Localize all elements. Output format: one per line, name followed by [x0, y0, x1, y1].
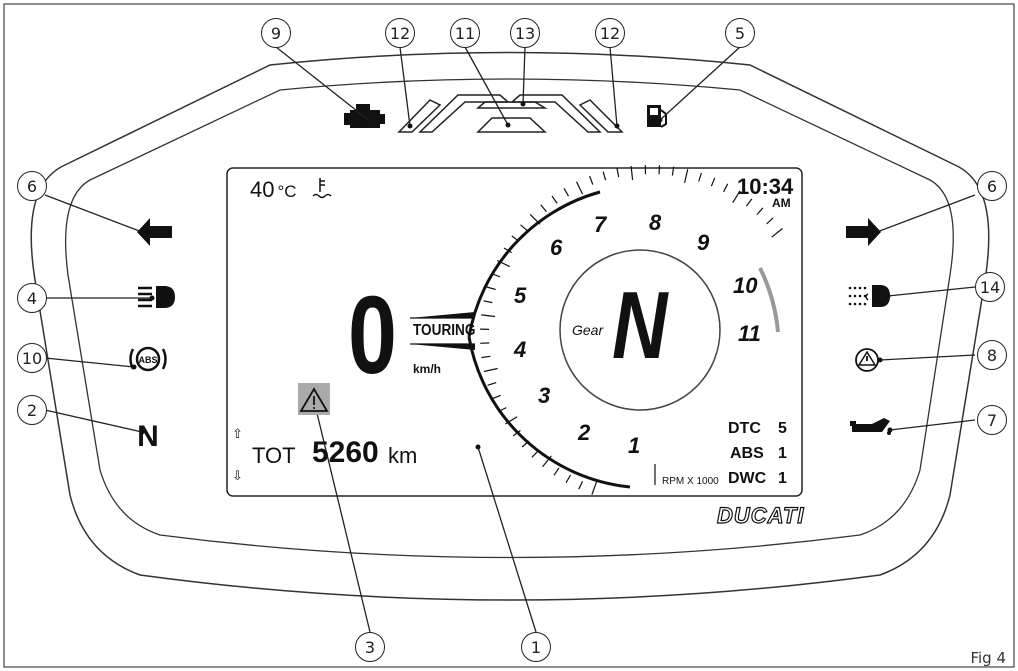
callout-marker: 6: [17, 171, 47, 201]
callout-marker: 3: [355, 632, 385, 662]
odometer-label: TOT: [252, 443, 296, 468]
abs-label: ABS: [730, 445, 764, 462]
tach-number: 5: [514, 283, 527, 308]
coolant-temp: 40 °C: [250, 177, 297, 202]
tach-number: 3: [538, 383, 551, 408]
shift-light-top: [475, 101, 548, 109]
general-warning-icon: [855, 348, 879, 372]
tach-number: 8: [649, 210, 662, 235]
high-beam-icon: [138, 286, 175, 308]
callout-marker: 5: [725, 18, 755, 48]
fog-light-icon: [848, 285, 890, 307]
tach-number: 6: [550, 235, 563, 260]
engine-icon: [344, 104, 385, 128]
tach-number: 4: [514, 337, 527, 362]
tach-number: 1: [628, 433, 641, 458]
shift-light-center: [476, 117, 547, 133]
clock-ampm: AM: [772, 196, 791, 210]
callout-marker: 12: [595, 18, 625, 48]
dashboard-diagram: ABS N ⇧ ⇩: [3, 3, 1015, 668]
shift-light-left-outer: [397, 99, 442, 133]
figure-label: Fig 4: [970, 649, 1006, 667]
callout-marker: 11: [450, 18, 480, 48]
brand-logo: DUCATI: [716, 502, 805, 528]
abs-value: 1: [778, 445, 787, 462]
tach-number: 2: [578, 420, 591, 445]
callout-marker: 9: [261, 18, 291, 48]
odometer-value: 5260: [312, 436, 379, 469]
callout-marker: 6: [977, 171, 1007, 201]
callout-marker: 7: [977, 405, 1007, 435]
fuel-icon: [647, 105, 667, 128]
speed-value: 0: [348, 274, 397, 397]
shift-light-right: [510, 94, 602, 133]
callout-marker: 8: [977, 340, 1007, 370]
gear-label: Gear: [572, 322, 604, 338]
shift-lights: [397, 94, 624, 133]
rpm-label: RPM X 1000: [662, 476, 719, 487]
tach-tick: [658, 165, 661, 175]
up-arrow-icon: ⇧: [232, 427, 243, 442]
callout-marker: 13: [510, 18, 540, 48]
speed-unit: km/h: [413, 362, 442, 376]
callout-marker: 2: [17, 395, 47, 425]
callout-marker: 10: [17, 343, 47, 373]
odometer-unit: km: [388, 443, 418, 468]
tach-number: 9: [697, 230, 710, 255]
oil-pressure-icon: [850, 418, 891, 435]
abs-warning-text: ABS: [138, 355, 157, 365]
gear-value: N: [612, 272, 668, 379]
callout-marker: 1: [521, 632, 551, 662]
dwc-label: DWC: [728, 470, 767, 487]
dtc-label: DTC: [728, 420, 761, 437]
callout-marker: 14: [975, 272, 1005, 302]
down-arrow-icon: ⇩: [232, 469, 243, 484]
callout-marker: 12: [385, 18, 415, 48]
dwc-value: 1: [778, 470, 787, 487]
tach-number: 10: [733, 273, 758, 298]
neutral-icon: N: [137, 420, 159, 453]
dtc-value: 5: [778, 420, 787, 437]
callout-marker: 4: [17, 283, 47, 313]
tach-number: 11: [738, 321, 761, 346]
tach-number: 7: [594, 212, 607, 237]
riding-mode: TOURING: [413, 322, 476, 339]
